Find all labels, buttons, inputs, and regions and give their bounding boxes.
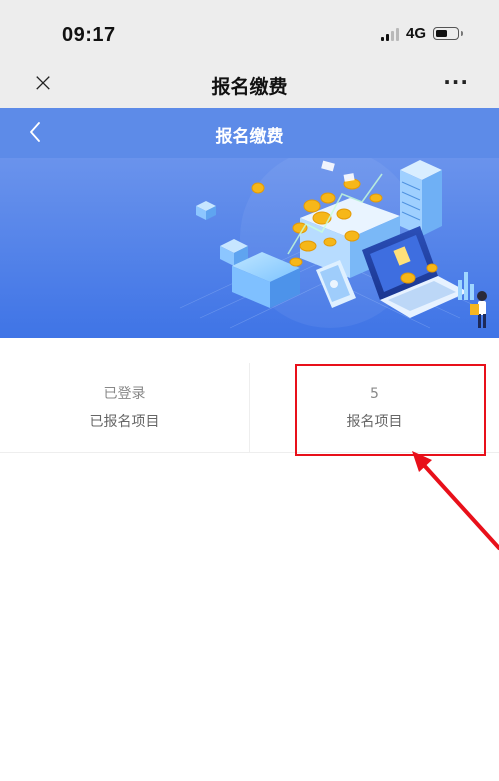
network-label: 4G: [405, 25, 426, 42]
nav-bar: × 报名缴费 ···: [0, 62, 499, 108]
status-bar: 09:17 4G: [0, 0, 499, 62]
stat-label: 已报名项目: [89, 414, 160, 430]
status-indicators: 4G: [380, 25, 463, 42]
page-header: 报名缴费: [0, 108, 499, 158]
page-header-title: 报名缴费: [215, 127, 284, 147]
payment-banner-illustration: [0, 158, 499, 338]
signal-bars-icon: [380, 27, 399, 41]
battery-icon: [433, 27, 463, 40]
stat-value: 已登录: [103, 386, 146, 402]
status-time: 09:17: [62, 24, 116, 46]
nav-title: 报名缴费: [211, 76, 288, 98]
annotation-highlight-box: [295, 364, 486, 456]
stat-registered-projects[interactable]: 已登录 已报名项目: [0, 363, 249, 452]
more-options-icon[interactable]: ···: [443, 70, 469, 94]
